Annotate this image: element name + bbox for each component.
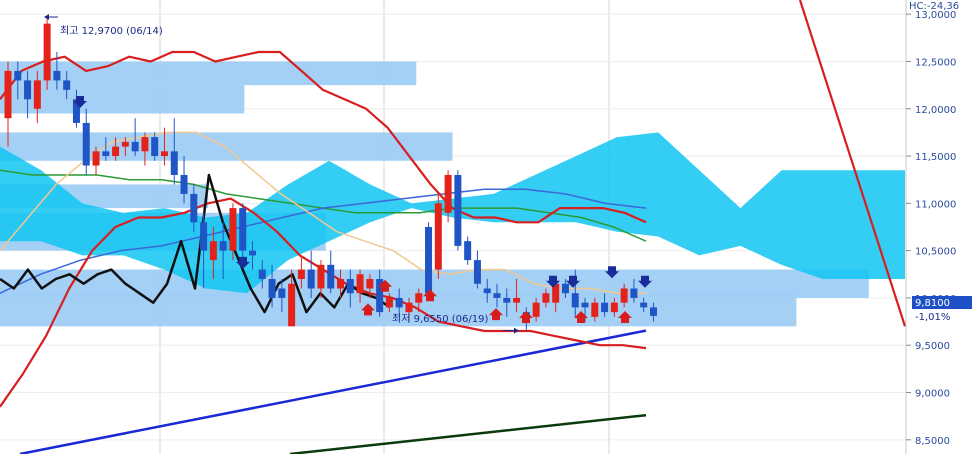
candle-body <box>503 297 511 303</box>
hc-label: HC:-24,36 <box>909 1 959 12</box>
current-price-label: 9,8100 <box>915 298 950 309</box>
candle-body <box>610 302 618 313</box>
candle-body <box>385 297 393 308</box>
candle-body <box>620 288 628 303</box>
candle-body <box>92 151 100 166</box>
candle-body <box>278 288 286 298</box>
candle-body <box>425 227 433 294</box>
high-annotation-arrowhead <box>44 14 49 21</box>
candle-body <box>415 293 423 303</box>
candle-body <box>170 151 178 175</box>
price-axis-tick-label: 9,5000 <box>915 341 950 352</box>
candle-body <box>209 241 217 261</box>
candle-body <box>337 279 345 289</box>
candle-body <box>630 288 638 298</box>
candle-body <box>180 174 188 194</box>
candle-body <box>346 279 354 294</box>
candle-body <box>571 293 579 308</box>
candle-body <box>219 241 227 251</box>
candle-body <box>493 293 501 298</box>
price-axis-tick-label: 11,0000 <box>915 199 956 210</box>
candle-body <box>53 70 61 81</box>
high-annotation-label: 최고 12,9700 (06/14) <box>60 25 163 37</box>
price-axis-tick-label: 11,5000 <box>915 152 956 163</box>
candle-body <box>395 297 403 308</box>
low-annotation-arrowhead <box>514 327 519 334</box>
high-annotation: 최고 12,9700 (06/14) <box>44 14 163 37</box>
candle-body <box>121 141 129 147</box>
candle-body <box>561 283 569 294</box>
candle-body <box>268 279 276 298</box>
candle-body <box>542 293 550 303</box>
candle-body <box>43 23 51 81</box>
candle-body <box>82 122 90 166</box>
candle-body <box>473 260 481 284</box>
candle-body <box>581 302 589 308</box>
price-axis-tick-label: 10,5000 <box>915 247 956 258</box>
low-annotation-label: 최저 9,6550 (06/19) <box>392 313 488 325</box>
candle-body <box>317 264 325 289</box>
candle-body <box>63 80 71 90</box>
candle-body <box>141 137 149 152</box>
candle-body <box>513 297 521 303</box>
candle-body <box>483 288 491 294</box>
candle-body <box>640 302 648 308</box>
volume-profile-zone <box>0 132 453 161</box>
volume-profile-zone <box>0 61 417 86</box>
candle-body <box>288 283 296 327</box>
price-axis-tick-label: 8,5000 <box>915 436 950 447</box>
candle-body <box>190 193 198 223</box>
candle-body <box>307 269 315 289</box>
price-axis-tick-label: 9,0000 <box>915 389 950 400</box>
candle-body <box>200 222 208 251</box>
candle-body <box>24 80 32 100</box>
candle-body <box>434 203 442 270</box>
candle-body <box>258 269 266 280</box>
candle-body <box>14 70 22 81</box>
price-axis: 13,000012,500012,000011,500011,000010,50… <box>905 0 956 454</box>
current-price-tag: 9,8100 <box>912 296 972 309</box>
stock-chart: 13,000012,500012,000011,500011,000010,50… <box>0 0 972 454</box>
change-percent-label: -1,01% <box>915 312 950 323</box>
candle-body <box>356 274 364 294</box>
candle-body <box>229 208 237 251</box>
candle-body <box>131 141 139 152</box>
candle-body <box>591 302 599 317</box>
candle-body <box>151 137 159 157</box>
candle-body <box>532 302 540 317</box>
candle-body <box>649 307 657 316</box>
candle-body <box>102 151 110 157</box>
candle-body <box>366 279 374 289</box>
candle-body <box>112 146 120 157</box>
candle-body <box>464 241 472 261</box>
candle-body <box>297 269 305 280</box>
candle-body <box>601 302 609 313</box>
candle-body <box>160 151 168 157</box>
candle-body <box>405 302 413 313</box>
candle-body <box>33 80 41 109</box>
candle-body <box>327 264 335 289</box>
candle-body <box>239 208 247 251</box>
price-axis-tick-label: 12,0000 <box>915 105 956 116</box>
candle-body <box>249 250 256 256</box>
candle-body <box>454 174 462 246</box>
price-axis-tick-label: 12,5000 <box>915 57 956 68</box>
candle-body <box>444 174 452 213</box>
candle-body <box>4 70 12 119</box>
trend-line-green <box>289 413 647 454</box>
